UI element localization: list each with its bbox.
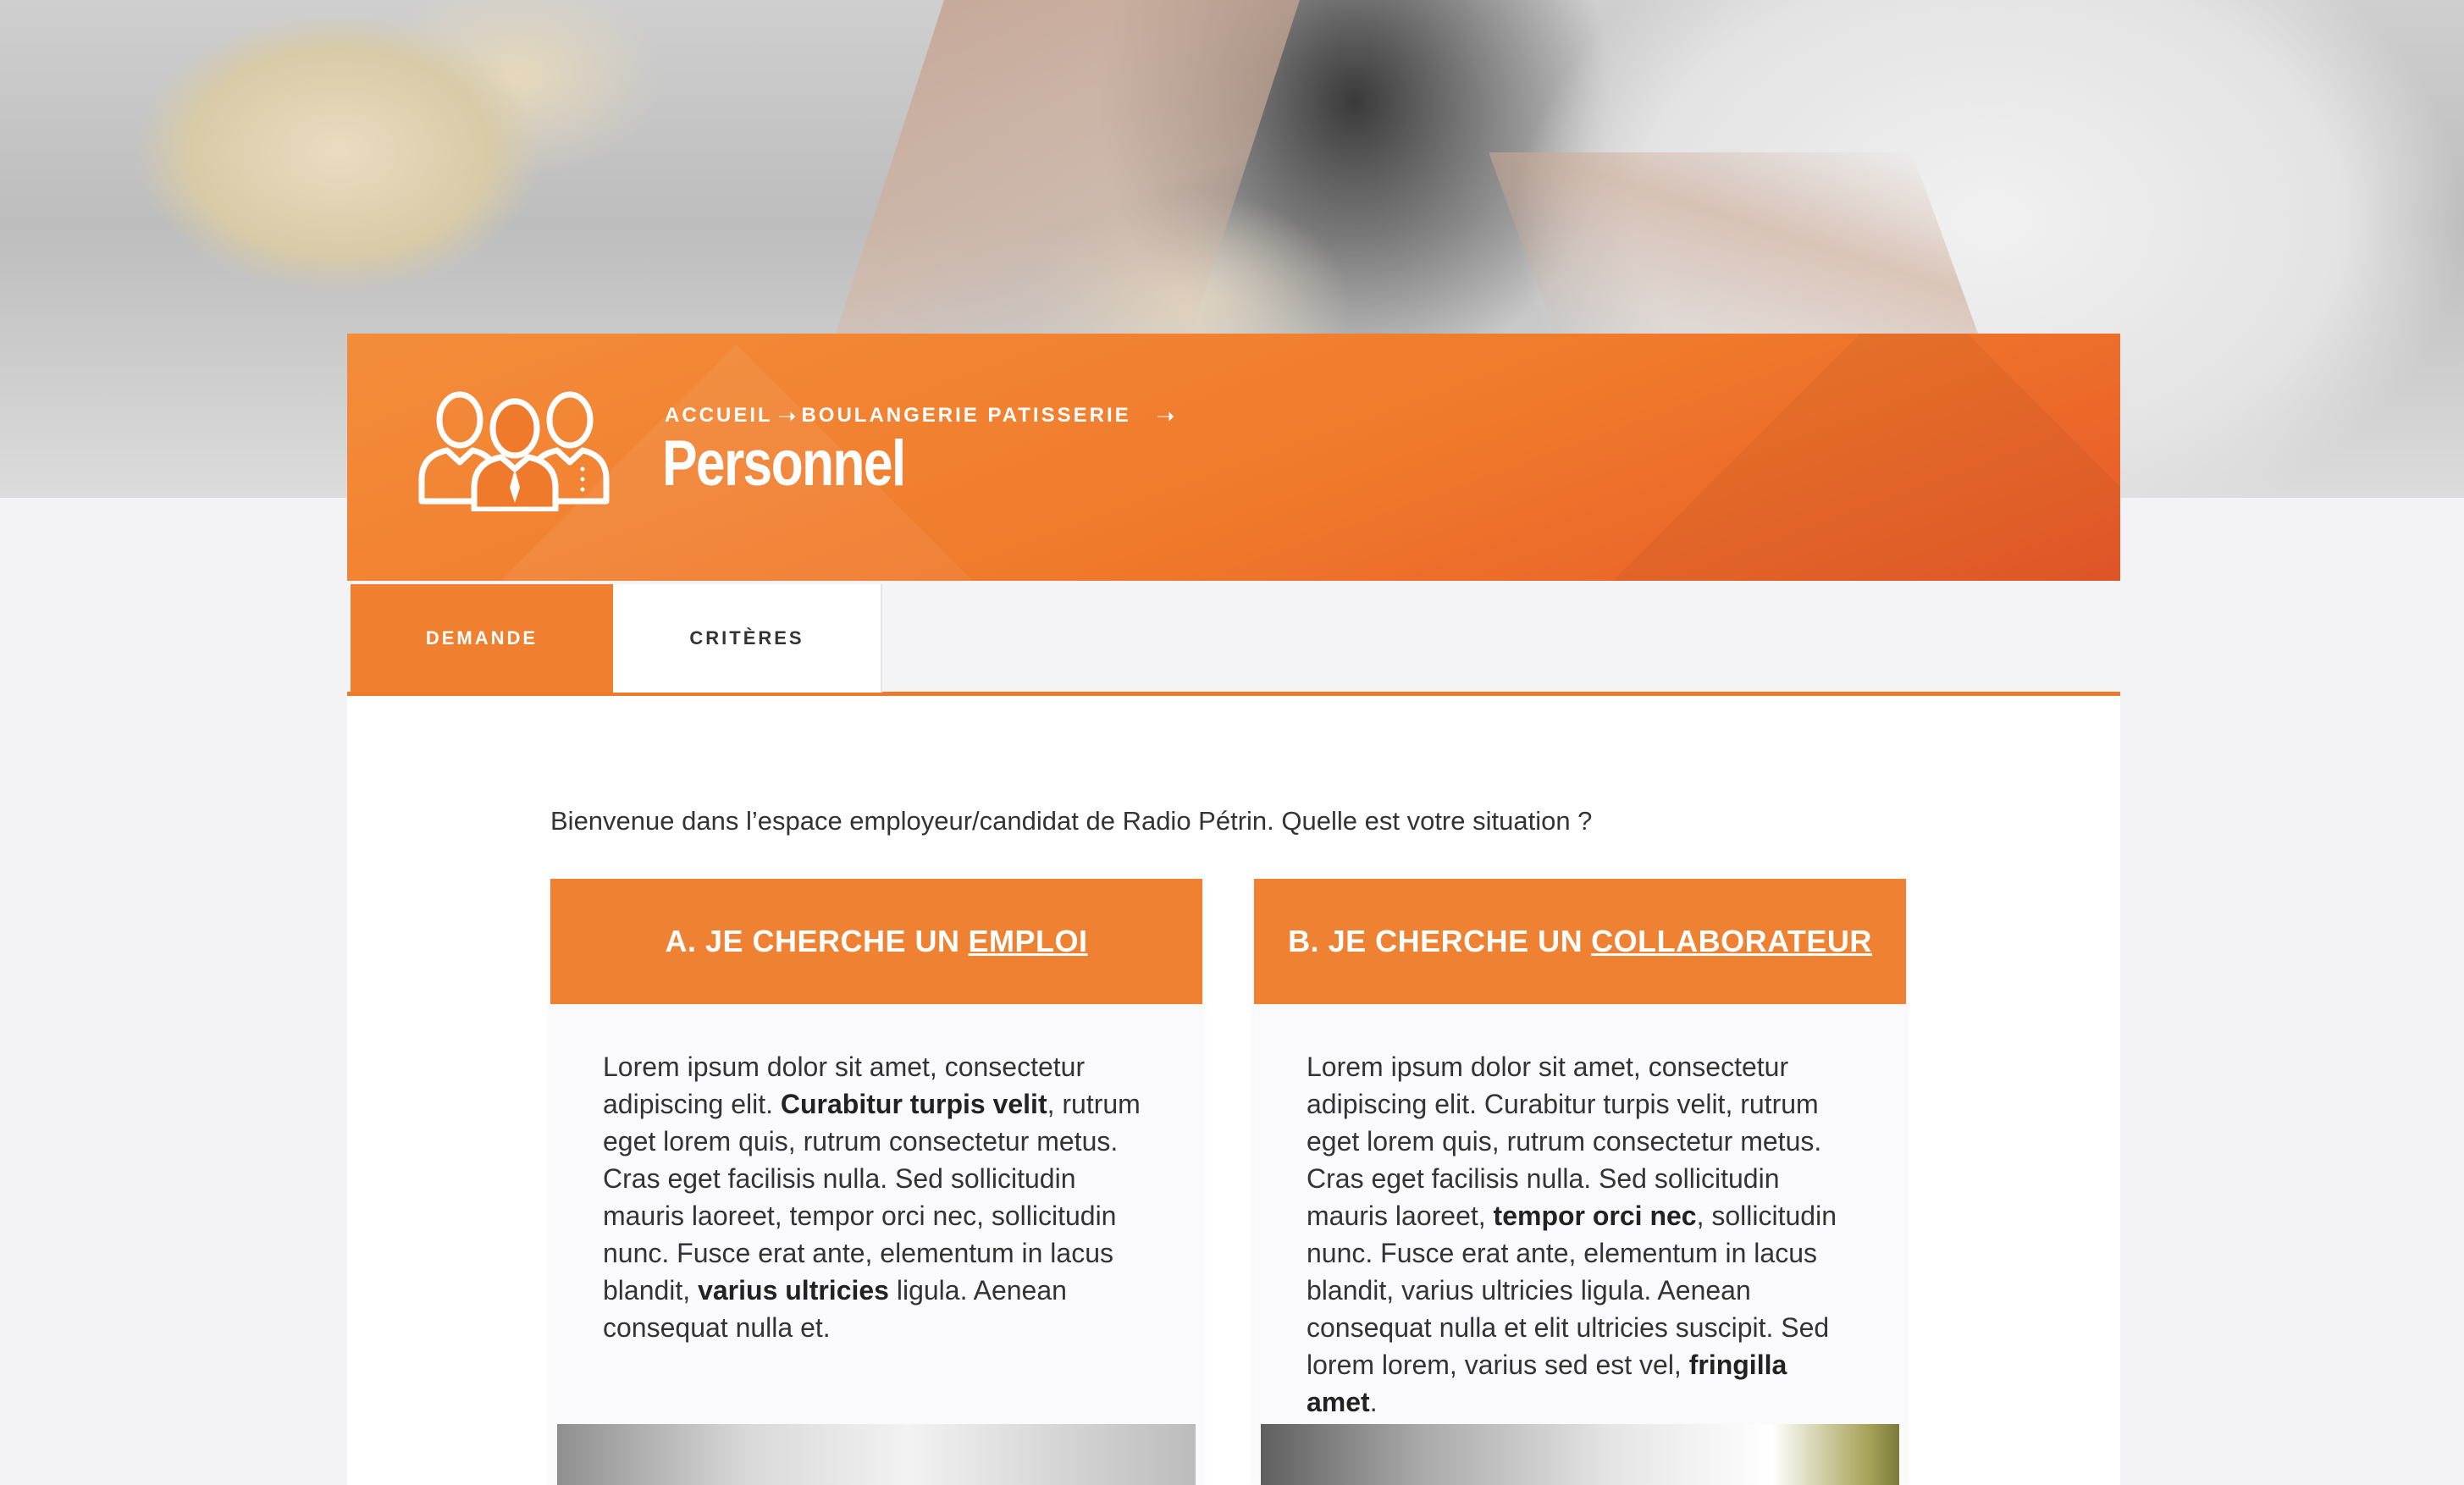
hero-baker-arm bbox=[834, 0, 1300, 339]
tab-bar: DEMANDE CRITÈRES bbox=[347, 581, 2120, 696]
card-emploi: A. JE CHERCHE UN EMPLOI Lorem ipsum dolo… bbox=[550, 879, 1202, 1485]
breadcrumb-home[interactable]: ACCUEIL bbox=[665, 404, 773, 428]
emploi-link[interactable]: EMPLOI bbox=[969, 924, 1088, 959]
intro-text: Bienvenue dans l’espace employeur/candid… bbox=[550, 806, 1593, 836]
page-title: Personnel bbox=[662, 428, 906, 500]
card-collaborateur-button[interactable]: B. JE CHERCHE UN COLLABORATEUR bbox=[1254, 879, 1906, 1004]
breadcrumb-section[interactable]: BOULANGERIE PATISSERIE bbox=[801, 404, 1130, 428]
breadcrumb: ACCUEIL ➝ BOULANGERIE PATISSERIE ➝ bbox=[665, 403, 1180, 428]
card-title-prefix: A. JE CHERCHE UN bbox=[665, 924, 960, 958]
card-collaborateur-photo bbox=[1261, 1424, 1899, 1485]
hero-baker-arm bbox=[1489, 152, 1983, 347]
tab-demande[interactable]: DEMANDE bbox=[351, 584, 627, 693]
card-emploi-photo bbox=[557, 1424, 1196, 1485]
collaborateur-link[interactable]: COLLABORATEUR bbox=[1591, 924, 1872, 959]
arrow-right-icon: ➝ bbox=[1156, 402, 1175, 428]
card-collaborateur-text: Lorem ipsum dolor sit amet, consectetur … bbox=[1307, 1052, 1837, 1417]
page-header: ACCUEIL ➝ BOULANGERIE PATISSERIE ➝ Perso… bbox=[347, 334, 2120, 581]
card-emploi-text: Lorem ipsum dolor sit amet, consectetur … bbox=[603, 1052, 1141, 1343]
tab-criteres[interactable]: CRITÈRES bbox=[613, 584, 882, 693]
arrow-right-icon: ➝ bbox=[777, 402, 797, 428]
personnel-group-icon bbox=[418, 391, 610, 511]
main-content: Bienvenue dans l’espace employeur/candid… bbox=[347, 696, 2120, 1485]
card-collaborateur: B. JE CHERCHE UN COLLABORATEUR Lorem ips… bbox=[1254, 879, 1906, 1485]
card-title-prefix: B. JE CHERCHE UN bbox=[1288, 924, 1583, 958]
card-emploi-button[interactable]: A. JE CHERCHE UN EMPLOI bbox=[550, 879, 1202, 1004]
